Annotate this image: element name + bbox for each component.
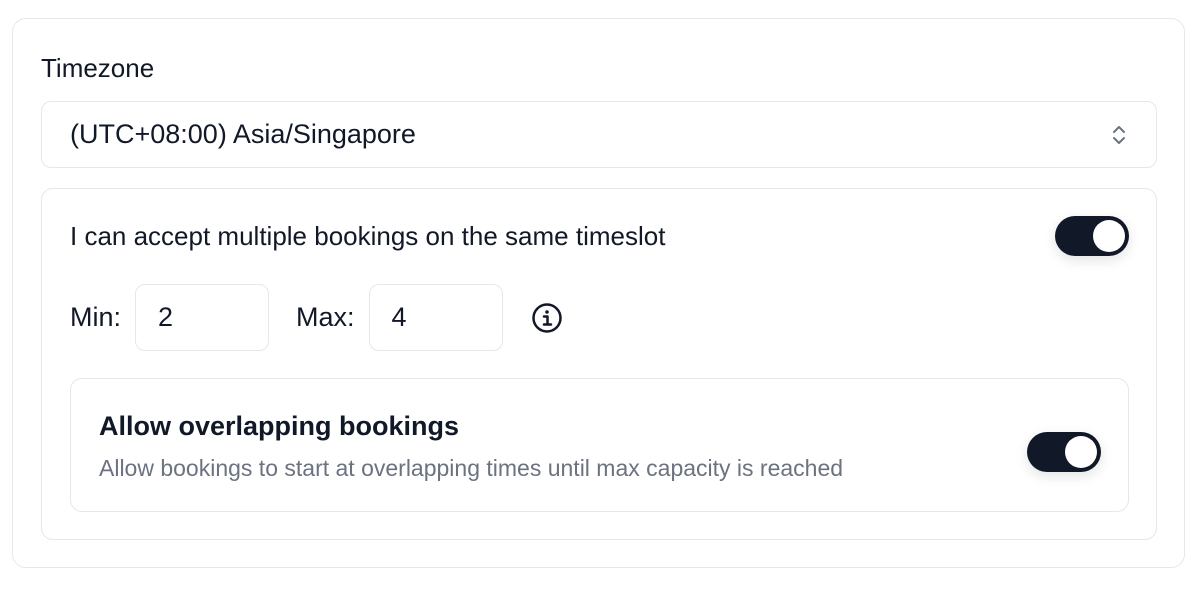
- max-input[interactable]: 4: [368, 284, 503, 351]
- overlapping-bookings-section: Allow overlapping bookings Allow booking…: [70, 378, 1129, 512]
- multiple-bookings-toggle[interactable]: [1055, 216, 1129, 256]
- overlapping-bookings-toggle[interactable]: [1027, 432, 1101, 472]
- chevron-up-down-icon: [1113, 125, 1125, 144]
- min-input[interactable]: 2: [135, 284, 270, 351]
- max-label: Max:: [296, 302, 355, 332]
- overlapping-bookings-title: Allow overlapping bookings: [99, 411, 460, 441]
- timezone-label: Timezone: [41, 53, 155, 83]
- toggle-knob: [1093, 220, 1125, 252]
- info-icon[interactable]: [531, 302, 563, 334]
- min-label: Min:: [70, 302, 122, 332]
- min-max-row: Min: 2 Max: 4: [70, 284, 563, 351]
- toggle-knob: [1065, 436, 1097, 468]
- multiple-bookings-section: I can accept multiple bookings on the sa…: [41, 188, 1157, 540]
- timezone-select-value: (UTC+08:00) Asia/Singapore: [70, 119, 416, 149]
- overlapping-bookings-description: Allow bookings to start at overlapping t…: [99, 455, 844, 481]
- multiple-bookings-label: I can accept multiple bookings on the sa…: [70, 221, 666, 251]
- timezone-select[interactable]: (UTC+08:00) Asia/Singapore: [41, 101, 1157, 168]
- booking-settings-card: Timezone (UTC+08:00) Asia/Singapore I ca…: [12, 18, 1185, 568]
